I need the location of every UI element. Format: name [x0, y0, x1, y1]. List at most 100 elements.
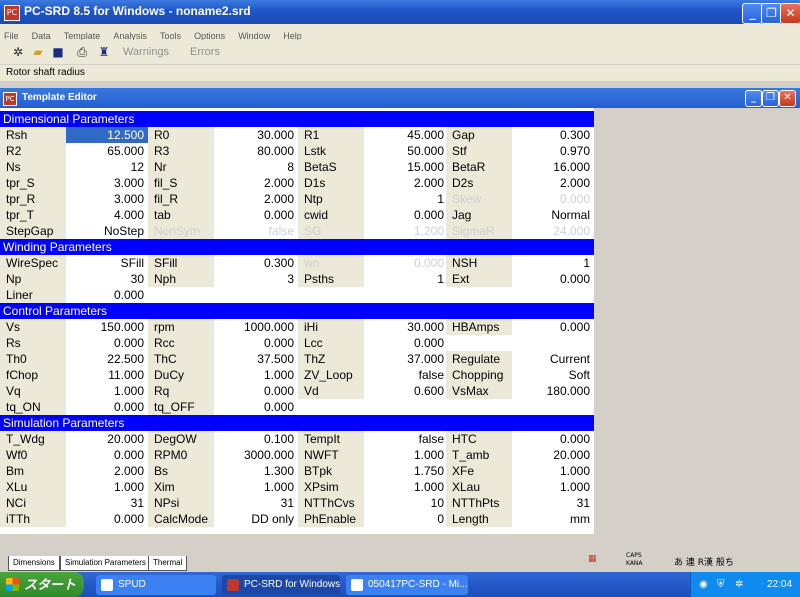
parameter-value[interactable] — [366, 287, 448, 303]
parameter-value[interactable]: 3.000 — [66, 191, 148, 207]
parameter-value[interactable] — [366, 399, 448, 415]
parameter-value[interactable]: 4.000 — [66, 207, 148, 223]
parameter-value[interactable]: 8 — [216, 159, 298, 175]
minimize-icon[interactable]: _ — [742, 3, 763, 24]
parameter-value[interactable]: 2.000 — [216, 175, 298, 191]
editor-title-bar[interactable]: PC Template Editor _ ❐ ✕ — [0, 88, 800, 108]
parameter-value[interactable]: 0.000 — [366, 335, 448, 351]
parameter-value[interactable]: 0.000 — [66, 447, 148, 463]
parameter-value[interactable]: 0.000 — [216, 383, 298, 399]
parameter-value[interactable]: 12.500 — [66, 127, 148, 143]
parameter-value[interactable] — [512, 399, 594, 415]
taskbar-item-word[interactable]: 050417PC-SRD - Mi... — [346, 575, 468, 595]
tray-settings-icon[interactable]: ✲ — [735, 572, 743, 597]
print-icon[interactable]: ⎙ — [74, 44, 90, 60]
editor-close-icon[interactable]: ✕ — [779, 90, 796, 107]
editor-minimize-icon[interactable]: _ — [745, 90, 762, 107]
parameter-value[interactable]: Normal — [512, 207, 594, 223]
parameter-value[interactable]: 80.000 — [216, 143, 298, 159]
parameter-value[interactable]: 1.000 — [366, 447, 448, 463]
parameter-value[interactable]: false — [366, 367, 448, 383]
save-icon[interactable]: ■ — [50, 44, 66, 60]
parameter-value[interactable]: 0.000 — [366, 207, 448, 223]
parameter-value[interactable]: 1 — [512, 255, 594, 271]
parameter-value[interactable]: 150.000 — [66, 319, 148, 335]
parameter-value[interactable]: 31 — [216, 495, 298, 511]
parameter-value[interactable]: false — [216, 223, 298, 239]
parameter-value[interactable]: 1.000 — [216, 479, 298, 495]
run-icon[interactable]: ♜ — [96, 44, 112, 60]
tab-thermal[interactable]: Thermal — [148, 556, 188, 571]
parameter-value[interactable]: 16.000 — [512, 159, 594, 175]
parameter-value[interactable]: 1 — [366, 271, 448, 287]
parameter-value[interactable]: 30.000 — [366, 319, 448, 335]
parameter-value[interactable]: 15.000 — [366, 159, 448, 175]
parameter-value[interactable]: 31 — [66, 495, 148, 511]
tray-shield-icon[interactable]: ⛨ — [717, 572, 725, 597]
parameter-value[interactable]: 0.100 — [216, 431, 298, 447]
tab-simulation-parameters[interactable]: Simulation Parameters — [60, 556, 151, 571]
parameter-value[interactable] — [512, 335, 594, 351]
parameter-value[interactable]: 0.000 — [512, 431, 594, 447]
parameter-value[interactable]: 31 — [512, 495, 594, 511]
parameter-value[interactable]: 1.300 — [216, 463, 298, 479]
warnings-button[interactable]: Warnings — [123, 46, 169, 58]
parameter-value[interactable]: 37.500 — [216, 351, 298, 367]
taskbar-item-spud[interactable]: SPUD — [96, 575, 216, 595]
parameter-value[interactable]: 0.000 — [216, 335, 298, 351]
parameter-value[interactable]: 0.000 — [366, 255, 448, 271]
parameter-value[interactable]: 0.000 — [512, 271, 594, 287]
parameter-value[interactable]: 2.000 — [366, 175, 448, 191]
parameter-value[interactable]: 45.000 — [366, 127, 448, 143]
parameter-value[interactable]: 12 — [66, 159, 148, 175]
editor-restore-icon[interactable]: ❐ — [762, 90, 779, 107]
parameter-value[interactable]: 30.000 — [216, 127, 298, 143]
parameter-value[interactable]: 0.000 — [216, 207, 298, 223]
parameter-value[interactable]: 30 — [66, 271, 148, 287]
parameter-value[interactable]: 24.000 — [512, 223, 594, 239]
parameter-value[interactable]: NoStep — [66, 223, 148, 239]
parameter-value[interactable]: 1000.000 — [216, 319, 298, 335]
parameter-value[interactable]: 0.300 — [216, 255, 298, 271]
errors-button[interactable]: Errors — [190, 46, 220, 58]
tray-network-icon[interactable]: ◉ — [699, 572, 708, 597]
parameter-value[interactable]: 1.200 — [366, 223, 448, 239]
parameter-value[interactable]: 1.000 — [66, 383, 148, 399]
parameter-value[interactable]: 0 — [366, 511, 448, 527]
parameter-value[interactable]: 37.000 — [366, 351, 448, 367]
parameter-value[interactable]: false — [366, 431, 448, 447]
parameter-value[interactable]: 180.000 — [512, 383, 594, 399]
parameter-value[interactable]: SFill — [66, 255, 148, 271]
parameter-value[interactable]: 1.750 — [366, 463, 448, 479]
parameter-value[interactable]: 1.000 — [66, 479, 148, 495]
parameter-value[interactable]: mm — [512, 511, 594, 527]
parameter-value[interactable]: 0.300 — [512, 127, 594, 143]
parameter-value[interactable]: 0.000 — [66, 287, 148, 303]
parameter-value[interactable]: 22.500 — [66, 351, 148, 367]
parameter-value[interactable]: 0.000 — [216, 399, 298, 415]
parameter-value[interactable]: 0.000 — [512, 319, 594, 335]
parameter-value[interactable] — [216, 287, 298, 303]
parameter-value[interactable]: 3000.000 — [216, 447, 298, 463]
parameter-value[interactable]: 1.000 — [366, 479, 448, 495]
parameter-value[interactable]: 0.000 — [512, 191, 594, 207]
parameter-value[interactable]: 20.000 — [66, 431, 148, 447]
parameter-value[interactable]: 3.000 — [66, 175, 148, 191]
parameter-value[interactable]: 50.000 — [366, 143, 448, 159]
main-title-bar[interactable]: PC PC-SRD 8.5 for Windows - noname2.srd … — [0, 0, 800, 24]
parameter-value[interactable]: 0.970 — [512, 143, 594, 159]
restore-icon[interactable]: ❐ — [761, 3, 782, 24]
open-folder-icon[interactable]: ▰ — [30, 44, 46, 60]
parameter-value[interactable]: 0.000 — [66, 399, 148, 415]
parameter-value[interactable]: 2.000 — [66, 463, 148, 479]
parameter-value[interactable]: 2.000 — [512, 175, 594, 191]
parameter-value[interactable]: DD only — [216, 511, 298, 527]
ime-mode-chars[interactable]: あ 連 R漢 般ち — [674, 555, 734, 568]
parameter-value[interactable]: 0.600 — [366, 383, 448, 399]
parameter-value[interactable]: 0.000 — [66, 335, 148, 351]
new-icon[interactable]: ✲ — [10, 44, 26, 60]
parameter-value[interactable]: Current — [512, 351, 594, 367]
parameter-value[interactable]: 1.000 — [216, 367, 298, 383]
taskbar-item-pc-srd[interactable]: PC-SRD for Windows — [222, 575, 340, 595]
parameter-value[interactable] — [512, 287, 594, 303]
